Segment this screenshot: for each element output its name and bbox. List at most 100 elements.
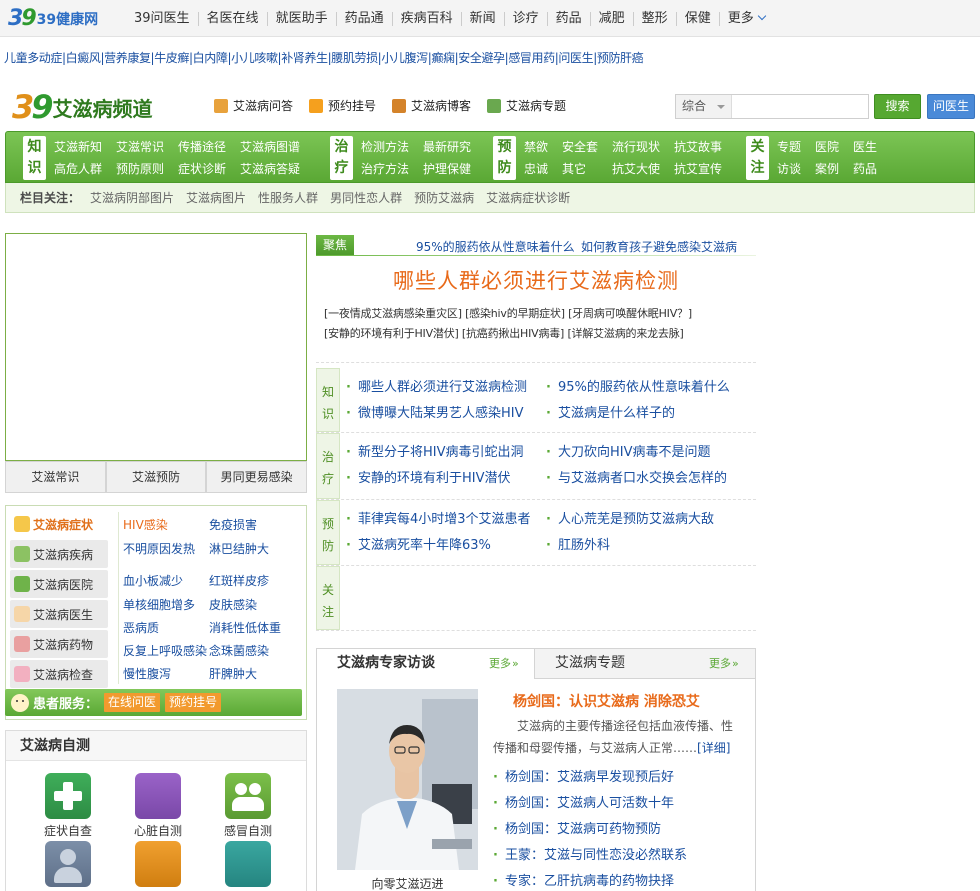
self-test-tool[interactable]	[208, 841, 288, 890]
top-nav-more[interactable]: 更多	[718, 11, 773, 26]
focus-top-link[interactable]: 95%的服药依从性意味着什么	[416, 238, 575, 255]
category-side-tab[interactable]: 艾滋病检查	[10, 660, 108, 688]
channel-link[interactable]: 艾滋病问答	[214, 97, 293, 114]
news-link[interactable]: 菲律宾每4小时增3个艾滋患者	[346, 508, 531, 527]
slideshow-tab[interactable]: 艾滋预防	[105, 461, 207, 493]
nav-item[interactable]: 高危人群	[54, 158, 116, 180]
hot-tag-link[interactable]: 感冒用药	[505, 51, 555, 65]
category-side-tab[interactable]: 艾滋病医院	[10, 570, 108, 598]
category-item[interactable]: 单核细胞增多	[123, 596, 195, 613]
nav-item[interactable]: 最新研究	[423, 136, 485, 158]
self-test-tool[interactable]: 症状自查	[28, 773, 108, 839]
more-link[interactable]: 更多	[709, 655, 739, 671]
nav-item[interactable]: 禁欲	[524, 136, 562, 158]
nav-item[interactable]: 抗艾大使	[612, 158, 674, 180]
slideshow-tab[interactable]: 艾滋常识	[5, 461, 106, 493]
category-item[interactable]: 恶病质	[123, 619, 159, 636]
search-input[interactable]	[732, 95, 868, 118]
news-link[interactable]: 新型分子将HIV病毒引蛇出洞	[346, 441, 524, 460]
nav-item[interactable]: 药品	[853, 158, 891, 180]
self-test-tool[interactable]: 感冒自测	[208, 773, 288, 839]
category-side-tab[interactable]: 艾滋病医生	[10, 600, 108, 628]
expert-link[interactable]: 王蒙：艾滋与同性恋没必然联系	[493, 844, 687, 863]
self-test-tool[interactable]	[118, 841, 198, 890]
category-item[interactable]: 血小板减少	[123, 572, 183, 589]
category-side-tab[interactable]: 艾滋病症状	[10, 510, 108, 538]
nav-item[interactable]: 艾滋病图谱	[240, 136, 314, 158]
news-link[interactable]: 人心荒芜是预防艾滋病大敌	[546, 508, 714, 527]
news-link[interactable]: 大刀砍向HIV病毒不是问题	[546, 441, 711, 460]
top-nav-item[interactable]: 整形	[632, 11, 676, 26]
expert-link[interactable]: 杨剑国：艾滋病可药物预防	[493, 818, 661, 837]
tab-topic[interactable]: 艾滋病专题	[555, 649, 625, 677]
hot-tag-link[interactable]: 安全避孕	[455, 51, 505, 65]
hot-tag-link[interactable]: 牛皮癣	[151, 51, 190, 65]
channel-link[interactable]: 预约挂号	[309, 97, 376, 114]
column-focus-link[interactable]: 艾滋病阴部图片	[90, 189, 174, 206]
column-focus-link[interactable]: 性服务人群	[258, 189, 318, 206]
news-link[interactable]: 微博曝大陆某男艺人感染HIV	[346, 402, 524, 421]
hot-tag-link[interactable]: 补肾养生	[278, 51, 328, 65]
hot-tag-link[interactable]: 白癜风	[62, 51, 101, 65]
hot-tag-link[interactable]: 问医生	[555, 51, 594, 65]
nav-item[interactable]: 其它	[562, 158, 612, 180]
nav-item[interactable]: 传播途径	[178, 136, 240, 158]
focus-headline[interactable]: 哪些人群必须进行艾滋病检测	[316, 265, 756, 295]
self-test-tool[interactable]: 心脏自测	[118, 773, 198, 839]
site-logo[interactable]: 39 39健康网	[8, 6, 98, 31]
focus-related-links[interactable]: [安静的环境有利于HIV潜伏] [抗癌药揪出HIV病毒] [详解艾滋病的来龙去脉…	[324, 325, 684, 341]
ask-doctor-button[interactable]: 问医生	[927, 94, 975, 119]
column-focus-link[interactable]: 男同性恋人群	[330, 189, 402, 206]
top-nav-item[interactable]: 新闻	[460, 11, 504, 26]
nav-item[interactable]: 症状诊断	[178, 158, 240, 180]
category-side-tab[interactable]: 艾滋病疾病	[10, 540, 108, 568]
hot-tag-link[interactable]: 腰肌劳损	[328, 51, 378, 65]
nav-item[interactable]: 医院	[815, 136, 853, 158]
hot-tag-link[interactable]: 儿童多动症	[4, 51, 62, 65]
nav-item[interactable]: 访谈	[777, 158, 815, 180]
detail-link[interactable]: [详细]	[697, 741, 730, 755]
channel-link[interactable]: 艾滋病专题	[487, 97, 566, 114]
nav-item[interactable]: 艾滋病答疑	[240, 158, 314, 180]
expert-link[interactable]: 杨剑国：艾滋病早发现预后好	[493, 766, 674, 785]
category-item[interactable]: 念珠菌感染	[209, 642, 269, 659]
expert-title[interactable]: 杨剑国：认识艾滋病 消除恐艾	[513, 691, 700, 711]
top-nav-item[interactable]: 名医在线	[197, 11, 267, 26]
channel-logo[interactable]: 39 艾滋病频道	[12, 86, 153, 124]
nav-item[interactable]: 忠诚	[524, 158, 562, 180]
news-link[interactable]: 安静的环境有利于HIV潜伏	[346, 467, 511, 486]
search-button[interactable]: 搜索	[874, 94, 921, 119]
news-link[interactable]: 95%的服药依从性意味着什么	[546, 376, 730, 395]
focus-related-links[interactable]: [一夜情成艾滋病感染重灾区] [感染hiv的早期症状] [牙周病可唤醒休眠HIV…	[324, 305, 692, 321]
slideshow-image[interactable]	[5, 233, 307, 461]
top-nav-item[interactable]: 就医助手	[266, 11, 336, 26]
category-item[interactable]: 消耗性低体重	[209, 619, 281, 636]
top-nav-item[interactable]: 药品	[546, 11, 590, 26]
top-nav-item[interactable]: 减肥	[589, 11, 633, 26]
news-link[interactable]: 艾滋病是什么样子的	[546, 402, 675, 421]
expert-photo[interactable]	[337, 689, 478, 870]
top-nav-item[interactable]: 疾病百科	[391, 11, 461, 26]
category-item[interactable]: 不明原因发热	[123, 540, 195, 557]
hot-tag-link[interactable]: 白内障	[189, 51, 228, 65]
online-consult-button[interactable]: 在线问医	[104, 693, 161, 712]
category-item[interactable]: 反复上呼吸感染	[123, 642, 207, 659]
more-link[interactable]: 更多	[489, 655, 519, 671]
nav-item[interactable]: 安全套	[562, 136, 612, 158]
nav-item[interactable]: 抗艾故事	[674, 136, 736, 158]
news-link[interactable]: 肛肠外科	[546, 534, 610, 553]
hot-tag-link[interactable]: 小儿咳嗽	[227, 51, 277, 65]
category-item[interactable]: 皮肤感染	[209, 596, 257, 613]
hot-tag-link[interactable]: 癫痫	[428, 51, 455, 65]
top-nav-item[interactable]: 诊疗	[503, 11, 547, 26]
nav-item[interactable]: 流行现状	[612, 136, 674, 158]
hot-tag-link[interactable]: 预防肝癌	[593, 51, 643, 65]
appointment-button[interactable]: 预约挂号	[165, 693, 222, 712]
nav-item[interactable]: 医生	[853, 136, 891, 158]
column-focus-link[interactable]: 艾滋病图片	[186, 189, 246, 206]
category-item[interactable]: 红斑样皮疹	[209, 572, 269, 589]
focus-top-link[interactable]: 如何教育孩子避免感染艾滋病	[581, 238, 737, 255]
search-scope-select[interactable]: 综合	[676, 95, 732, 118]
top-nav-item[interactable]: 39问医生	[126, 11, 198, 26]
news-link[interactable]: 艾滋病死率十年降63%	[346, 534, 491, 553]
